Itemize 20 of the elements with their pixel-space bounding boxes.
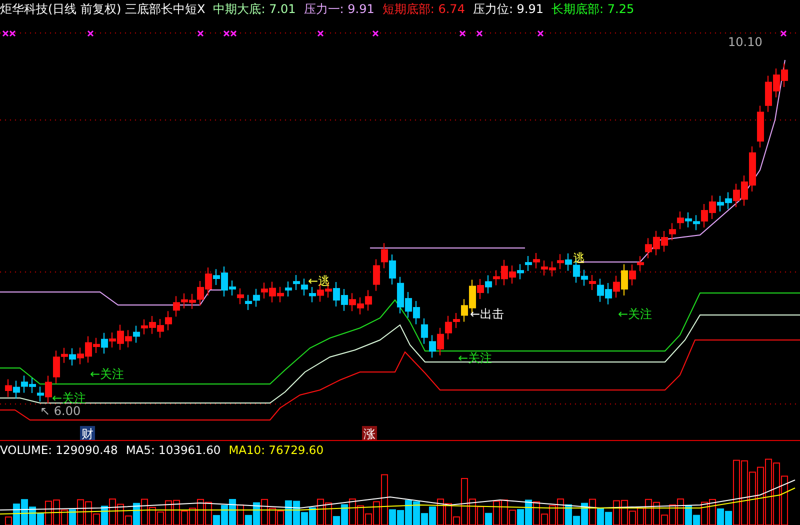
signal-label: ←关注 xyxy=(90,367,124,381)
volume-value: MA10: 76729.60 xyxy=(228,442,324,456)
signal-label: ←出击 xyxy=(470,307,504,321)
event-marker: 涨 xyxy=(362,426,377,441)
event-marker: 财 xyxy=(80,426,95,441)
indicator-value: 短期底部: 6.74 xyxy=(382,0,465,18)
signal-label: 逃 xyxy=(573,251,585,265)
signal-label: 10.10 xyxy=(728,35,762,49)
indicator-value: 压力位: 9.91 xyxy=(472,0,544,18)
indicator-value: 中期大底: 7.01 xyxy=(213,0,296,18)
signal-label: ←关注 xyxy=(52,391,86,405)
signal-label: ←关注 xyxy=(618,307,652,321)
signal-label: ↖ 6.00 xyxy=(40,404,81,418)
signal-label: ←关注 xyxy=(458,351,492,365)
chart-title: 炬华科技(日线 前复权) 三底部长中短X xyxy=(0,0,206,18)
indicator-value: 长期底部: 7.25 xyxy=(552,0,634,18)
indicator-value: 压力一: 9.91 xyxy=(304,0,374,18)
signal-label: ←逃 xyxy=(308,274,330,288)
volume-value: MA5: 103961.60 xyxy=(126,442,221,456)
volume-value: VOLUME: 129090.48 xyxy=(0,442,118,456)
